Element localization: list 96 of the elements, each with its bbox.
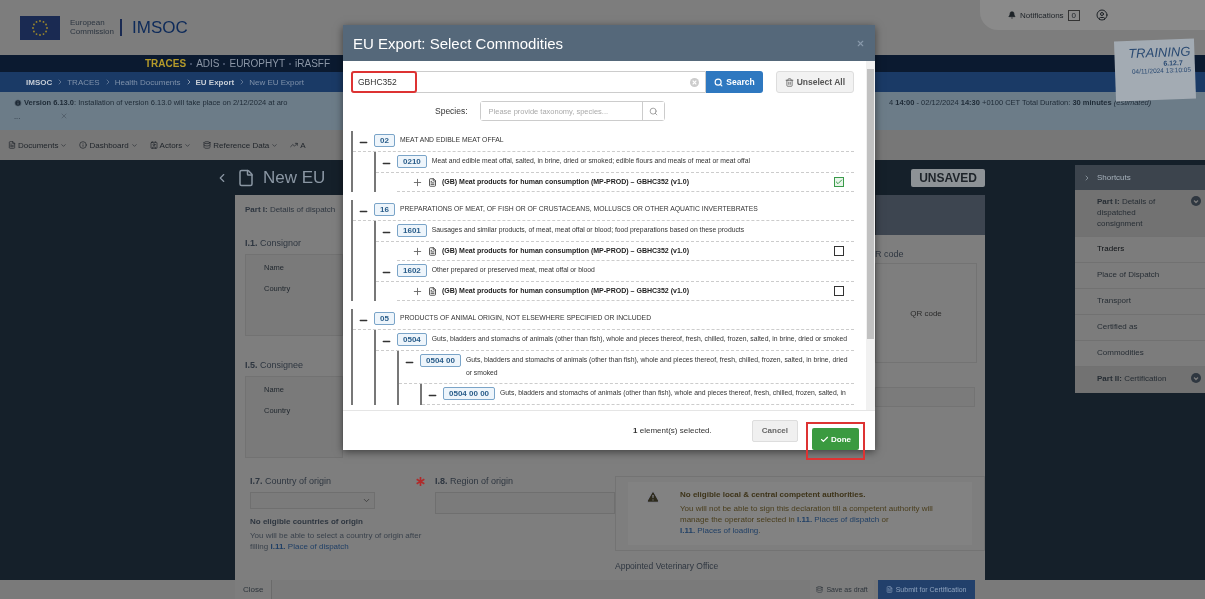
eu-flag-logo <box>20 15 60 40</box>
page-title: New EU <box>263 167 326 188</box>
search-bar[interactable]: GBHC352 <box>351 71 707 93</box>
warning-icon <box>646 490 660 504</box>
document-icon <box>428 178 437 187</box>
code-tag: 0504 00 <box>420 354 461 367</box>
info-icon <box>14 98 22 107</box>
selection-count: 1 element(s) selected. <box>633 426 712 435</box>
shortcut-link[interactable]: Part II: Certification <box>1075 367 1205 394</box>
document-icon <box>428 247 437 256</box>
app-name: IMSOC <box>132 17 188 38</box>
expand-circle-icon[interactable] <box>1191 196 1201 206</box>
user-icon[interactable] <box>1096 9 1109 21</box>
check-icon <box>835 178 843 186</box>
species-label: Species: <box>435 106 468 116</box>
document-icon <box>237 168 255 187</box>
field-label: Appointed Veterinary Office <box>615 560 720 571</box>
trash-icon <box>784 77 794 87</box>
menu-item[interactable]: A <box>290 140 306 150</box>
checkbox[interactable] <box>834 246 844 256</box>
expand-icon[interactable] <box>412 286 423 297</box>
search-icon <box>714 77 724 87</box>
check-icon <box>820 434 829 444</box>
checkbox[interactable] <box>834 286 844 296</box>
caret-icon <box>130 141 138 149</box>
shortcuts-header[interactable]: Shortcuts <box>1075 165 1205 190</box>
breadcrumb-link[interactable]: Health Documents <box>103 77 181 87</box>
system-link[interactable]: iRASFF <box>295 58 331 69</box>
caret-icon <box>271 141 279 149</box>
warning-text: You will not be able to sign this declaration till a competent authority will manage the operator selected in I.11. Places of dispatch or I.11. Places of loading. <box>680 503 934 537</box>
menu-item[interactable]: Dashboard <box>79 140 138 150</box>
field-label: I.8. Region of origin <box>435 476 515 486</box>
notifications-link[interactable]: Notifications <box>1020 10 1064 20</box>
menu-icon <box>290 141 299 149</box>
breadcrumb-link[interactable]: IMSOC <box>26 77 53 87</box>
dialog-title: EU Export: Select Commodities <box>353 34 564 52</box>
breadcrumb-link[interactable]: EU Export <box>184 77 235 87</box>
code-tag: 16 <box>374 203 395 216</box>
field-label: I.1. Consignor <box>245 238 303 248</box>
chevron-right-icon <box>1083 173 1091 182</box>
menu-icon <box>149 141 158 149</box>
code-tag: 05 <box>374 312 395 325</box>
search-button[interactable]: Search <box>706 71 763 93</box>
organisation-name: European Commission <box>70 18 122 37</box>
search-field[interactable]: GBHC352 <box>351 71 417 93</box>
code-tag: 0210 <box>397 155 427 168</box>
system-link[interactable]: TRACES <box>145 58 187 69</box>
field-label: I.5. Consignee <box>245 360 305 370</box>
code-tag: 1601 <box>397 224 427 237</box>
link[interactable]: I.11. Place of dispatch <box>270 541 349 551</box>
menu-item[interactable]: Reference Data <box>203 140 279 150</box>
code-tag: 1602 <box>397 264 427 277</box>
menu-icon <box>8 141 16 149</box>
menu-item[interactable]: Actors <box>149 140 192 150</box>
field-label: I.7. Country of origin <box>250 476 332 486</box>
shortcuts-title: Shortcuts <box>1097 173 1131 182</box>
environment-title: TRAINING <box>1128 43 1191 61</box>
qr-code-box: QR code <box>875 263 977 363</box>
code-tag: 02 <box>374 134 395 147</box>
breadcrumb-link[interactable]: New EU Export <box>238 77 304 87</box>
expand-icon[interactable] <box>412 246 423 257</box>
warning-title: No eligible local & central competent authorities. <box>680 490 867 499</box>
notification-count: 0 <box>1067 9 1081 21</box>
section-title: Part I: Details of dispatch <box>245 205 337 214</box>
status-badge: UNSAVED <box>911 168 985 187</box>
code-tag: 0504 00 00 <box>443 386 496 400</box>
expand-circle-icon[interactable] <box>1191 373 1201 384</box>
cancel-button[interactable]: Cancel <box>751 419 798 442</box>
expand-icon[interactable] <box>412 177 423 188</box>
shortcut-link[interactable]: Place of Dispatch <box>1075 263 1205 290</box>
breadcrumb-link[interactable]: TRACES <box>56 77 100 87</box>
empty-title: No eligible countries of origin <box>250 517 364 526</box>
bell-icon[interactable] <box>1008 11 1016 19</box>
shortcut-link[interactable]: Traders <box>1075 237 1205 264</box>
shortcut-link[interactable]: Transport <box>1075 289 1205 316</box>
link[interactable]: I.11. Places of dispatch <box>797 515 880 525</box>
caret-icon <box>184 141 192 149</box>
scrollbar[interactable] <box>866 61 875 410</box>
search-icon <box>648 106 658 116</box>
caret-icon <box>60 141 68 149</box>
unselect-all-button[interactable]: Unselect All <box>775 71 854 93</box>
document-icon <box>885 586 893 593</box>
input-field[interactable] <box>875 387 975 407</box>
menu-icon <box>79 141 88 149</box>
caret-icon <box>362 496 371 505</box>
checkbox[interactable] <box>834 177 844 187</box>
system-link[interactable]: EUROPHYT <box>229 58 286 69</box>
shortcut-link[interactable]: Certified as <box>1075 315 1205 342</box>
code-tag: 0504 <box>397 333 427 346</box>
menu-icon <box>203 141 212 149</box>
menu-item[interactable]: Documents <box>8 140 68 150</box>
system-link[interactable]: ADIS <box>196 58 220 69</box>
shortcut-link[interactable]: Commodities <box>1075 341 1205 368</box>
document-icon <box>428 287 437 296</box>
done-button[interactable]: Done <box>812 428 859 450</box>
field-label: R code <box>875 249 905 259</box>
